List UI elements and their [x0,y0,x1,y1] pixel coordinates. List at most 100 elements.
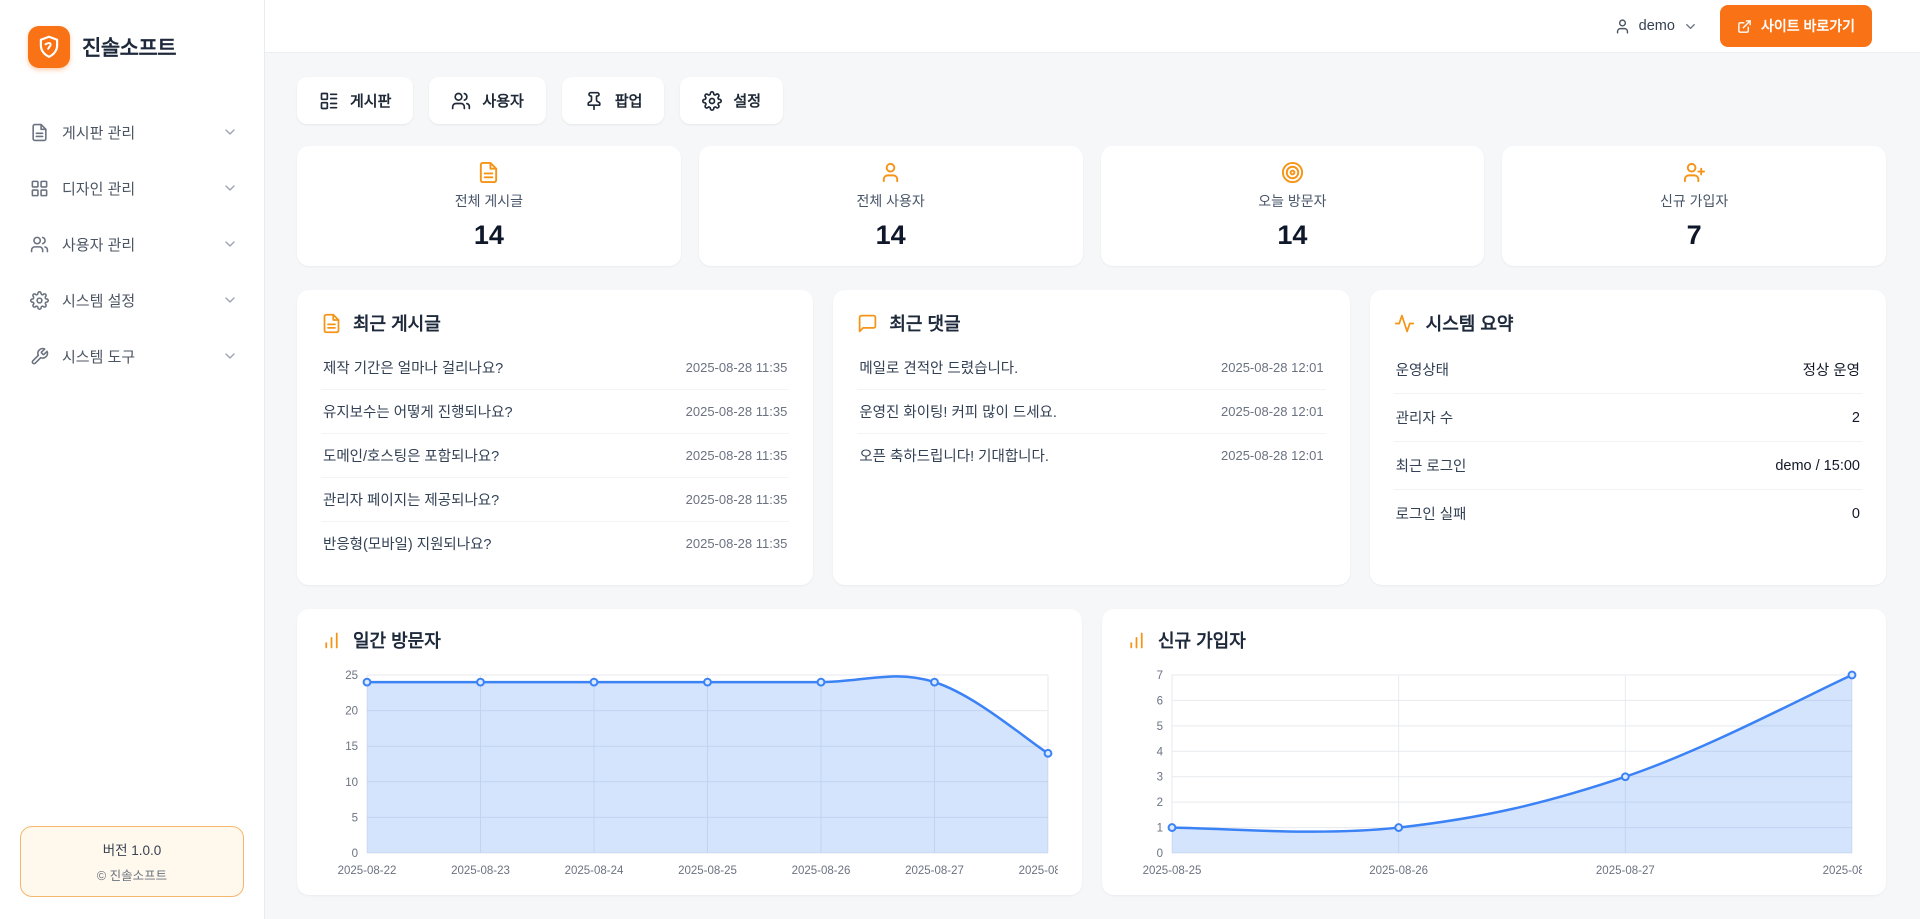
recent-comments-list: 메일로 견적안 드렸습니다. 2025-08-28 12:01운영진 화이팅! … [857,346,1325,477]
list-item[interactable]: 운영진 화이팅! 커피 많이 드세요. 2025-08-28 12:01 [857,390,1325,434]
summary-label: 운영상태 [1396,359,1449,380]
activity-icon [1394,313,1415,334]
message-square-icon [857,313,878,334]
sidebar-item-label: 사용자 관리 [62,234,209,255]
list-item[interactable]: 반응형(모바일) 지원되나요? 2025-08-28 11:35 [321,522,789,565]
sidebar: 진솔소프트 게시판 관리 디자인 관리 사용자 관리 시스템 설정 시스템 도구… [0,0,265,919]
summary-row: 최근 로그인 demo / 15:00 [1394,442,1862,490]
gear-icon [702,91,722,111]
sidebar-item[interactable]: 디자인 관리 [0,160,264,216]
user-plus-icon [1683,161,1706,184]
wrench-icon [30,347,49,366]
sidebar-item-label: 디자인 관리 [62,178,209,199]
list-item[interactable]: 제작 기간은 얼마나 걸리나요? 2025-08-28 11:35 [321,346,789,390]
user-icon [879,161,902,184]
stat-cards: 전체 게시글 14 전체 사용자 14 오늘 방문자 14 신규 가입자 7 [297,146,1886,266]
svg-text:6: 6 [1157,695,1163,707]
chevron-down-icon [222,292,238,308]
recent-comments-header: 최근 댓글 [857,310,1325,336]
bar-chart-icon [1126,630,1147,651]
stat-card: 전체 사용자 14 [699,146,1083,266]
svg-text:2025-08-26: 2025-08-26 [1369,865,1428,877]
sidebar-nav: 게시판 관리 디자인 관리 사용자 관리 시스템 설정 시스템 도구 [0,104,264,384]
recent-posts-title: 최근 게시글 [353,310,441,336]
stat-value: 14 [1277,220,1307,251]
quick-action-button[interactable]: 팝업 [562,77,665,124]
svg-text:1: 1 [1157,823,1163,835]
summary-row: 로그인 실패 0 [1394,490,1862,537]
chevron-down-icon [222,348,238,364]
svg-text:2025-08-25: 2025-08-25 [1143,865,1202,877]
new-signups-chart: 012345672025-08-252025-08-262025-08-2720… [1126,663,1862,881]
topbar: demo 사이트 바로가기 [265,0,1920,53]
list-item[interactable]: 오픈 축하드립니다! 기대합니다. 2025-08-28 12:01 [857,434,1325,477]
account-menu[interactable]: demo [1614,18,1698,35]
brand[interactable]: 진솔소프트 [0,0,264,86]
panels-row: 최근 게시글 제작 기간은 얼마나 걸리나요? 2025-08-28 11:35… [297,290,1886,585]
file-text-icon [477,161,500,184]
file-text-icon [321,313,342,334]
svg-text:2025-08-23: 2025-08-23 [451,865,510,877]
svg-text:2025-08-22: 2025-08-22 [338,865,397,877]
sidebar-item-label: 시스템 도구 [62,346,209,367]
summary-value: 정상 운영 [1803,359,1860,380]
pin-icon [584,91,604,111]
sidebar-item[interactable]: 사용자 관리 [0,216,264,272]
stat-label: 신규 가입자 [1660,191,1728,211]
list-item-title: 운영진 화이팅! 커피 많이 드세요. [859,401,1057,422]
sidebar-item[interactable]: 게시판 관리 [0,104,264,160]
quick-action-label: 팝업 [615,90,643,111]
users-icon [451,91,471,111]
chart-plot: 05101520252025-08-222025-08-232025-08-24… [321,663,1058,881]
stat-value: 7 [1687,220,1702,251]
list-item-title: 메일로 견적안 드렸습니다. [859,357,1018,378]
layout-grid-icon [30,179,49,198]
chevron-down-icon [1683,19,1698,34]
summary-value: 0 [1852,506,1860,522]
copyright-text: © 진솔소프트 [31,865,233,884]
recent-posts-header: 최근 게시글 [321,310,789,336]
svg-text:5: 5 [1157,721,1163,733]
list-item-title: 제작 기간은 얼마나 걸리나요? [323,357,503,378]
chevron-down-icon [222,236,238,252]
quick-action-button[interactable]: 사용자 [429,77,545,124]
system-summary-header: 시스템 요약 [1394,310,1862,336]
list-item[interactable]: 관리자 페이지는 제공되나요? 2025-08-28 11:35 [321,478,789,522]
sidebar-item[interactable]: 시스템 도구 [0,328,264,384]
quick-action-button[interactable]: 설정 [680,77,783,124]
daily-visitors-chart: 05101520252025-08-222025-08-232025-08-24… [321,663,1058,881]
svg-text:2025-08-27: 2025-08-27 [1596,865,1655,877]
svg-text:15: 15 [345,741,358,753]
chevron-down-icon [222,180,238,196]
new-signups-chart-title: 신규 가입자 [1158,627,1246,653]
new-signups-chart-card: 신규 가입자 012345672025-08-252025-08-262025-… [1102,609,1886,895]
list-item-date: 2025-08-28 11:35 [686,536,788,551]
system-summary-title: 시스템 요약 [1426,310,1514,336]
external-link-icon [1737,19,1752,34]
svg-text:20: 20 [345,706,358,718]
quick-action-button[interactable]: 게시판 [297,77,413,124]
summary-value: 2 [1852,410,1860,426]
list-item-date: 2025-08-28 12:01 [1221,404,1324,419]
list-item[interactable]: 도메인/호스팅은 포함되나요? 2025-08-28 11:35 [321,434,789,478]
main-content: 게시판 사용자 팝업 설정 전체 게시글 14 전체 사용자 14 오늘 방문자… [265,53,1920,895]
daily-visitors-chart-header: 일간 방문자 [321,627,1058,653]
system-summary-list: 운영상태 정상 운영관리자 수 2최근 로그인 demo / 15:00로그인 … [1394,346,1862,537]
svg-text:2025-08-25: 2025-08-25 [678,865,737,877]
sidebar-item[interactable]: 시스템 설정 [0,272,264,328]
bar-chart-icon [321,630,342,651]
quick-action-label: 게시판 [350,90,391,111]
brand-logo-shield-icon [28,26,70,68]
list-item[interactable]: 유지보수는 어떻게 진행되나요? 2025-08-28 11:35 [321,390,789,434]
svg-text:10: 10 [345,777,358,789]
list-item-date: 2025-08-28 12:01 [1221,360,1324,375]
svg-text:2025-08-26: 2025-08-26 [792,865,851,877]
list-item[interactable]: 메일로 견적안 드렸습니다. 2025-08-28 12:01 [857,346,1325,390]
stat-label: 오늘 방문자 [1258,191,1326,211]
recent-posts-panel: 최근 게시글 제작 기간은 얼마나 걸리나요? 2025-08-28 11:35… [297,290,813,585]
summary-label: 최근 로그인 [1396,455,1467,476]
svg-text:2025-08-28: 2025-08-28 [1019,865,1058,877]
go-to-site-button[interactable]: 사이트 바로가기 [1720,5,1872,47]
svg-text:3: 3 [1157,772,1163,784]
quick-action-label: 사용자 [482,90,523,111]
